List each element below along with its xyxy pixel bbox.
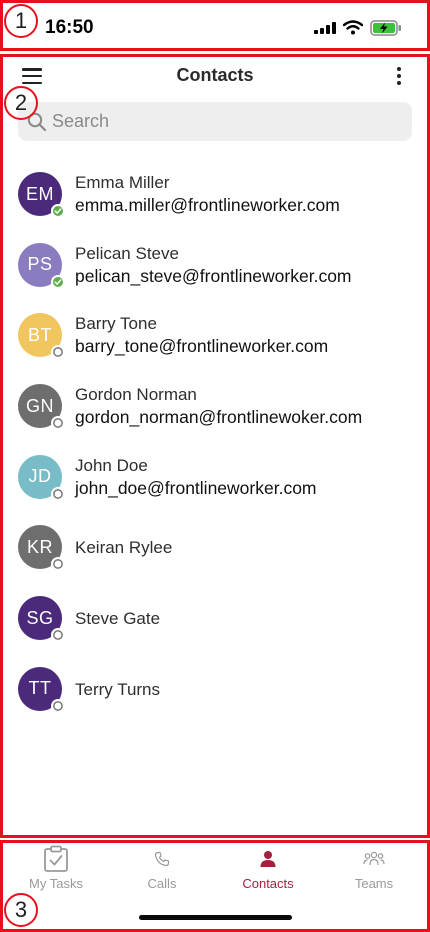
contact-row[interactable]: JD John Doe john_doe@frontlineworker.com xyxy=(0,441,430,512)
contact-email: gordon_norman@frontlinewoker.com xyxy=(75,407,363,428)
contact-email: john_doe@frontlineworker.com xyxy=(75,477,317,498)
presence-online-icon xyxy=(51,274,65,289)
status-bar: 16:50 xyxy=(0,0,430,52)
page-title: Contacts xyxy=(176,65,254,85)
battery-charging-icon xyxy=(370,20,401,36)
avatar-initials: JD xyxy=(28,466,52,487)
contact-row[interactable]: TT Terry Turns xyxy=(0,653,430,724)
contact-name: Keiran Rylee xyxy=(75,538,173,558)
person-icon xyxy=(260,851,276,867)
tab-label: My Tasks xyxy=(29,876,83,891)
avatar: EM xyxy=(18,172,65,218)
contact-name: Emma Miller xyxy=(75,173,170,192)
contact-name: Gordon Norman xyxy=(75,385,197,405)
contact-name: Pelican Steve xyxy=(75,243,179,263)
people-group-icon xyxy=(363,851,385,866)
more-options-icon[interactable] xyxy=(396,67,402,85)
contact-row[interactable]: PS Pelican Steve pelican_steve@frontline… xyxy=(0,229,430,300)
tab-teams[interactable]: Teams xyxy=(321,843,427,893)
presence-offline-icon xyxy=(51,486,65,501)
search-input[interactable] xyxy=(52,102,402,141)
tab-label: Calls xyxy=(147,876,177,891)
contact-row[interactable]: BT Barry Tone barry_tone@frontlineworker… xyxy=(0,299,430,370)
contact-email: pelican_steve@frontlineworker.com xyxy=(75,265,352,286)
avatar: SG xyxy=(18,596,65,643)
avatar-initials: PS xyxy=(27,254,53,275)
avatar-initials: BT xyxy=(27,324,52,345)
tab-my-tasks[interactable]: My Tasks xyxy=(3,843,109,893)
contact-name: Terry Turns xyxy=(75,679,161,699)
tab-calls[interactable]: Calls xyxy=(109,843,215,893)
phone-icon xyxy=(154,851,170,867)
presence-offline-icon xyxy=(51,628,65,643)
cellular-signal-icon xyxy=(314,22,336,34)
contact-row[interactable]: SG Steve Gate xyxy=(0,582,430,653)
avatar-initials: EM xyxy=(26,183,54,204)
clipboard-check-icon xyxy=(44,845,68,872)
presence-offline-icon xyxy=(51,416,65,431)
contact-row[interactable]: GN Gordon Norman gordon_norman@frontline… xyxy=(0,370,430,441)
status-time: 16:50 xyxy=(45,17,94,38)
home-indicator xyxy=(139,915,292,920)
contact-row[interactable]: KR Keiran Rylee xyxy=(0,511,430,582)
contact-name: Barry Tone xyxy=(75,314,157,334)
avatar: JD xyxy=(18,454,65,501)
presence-offline-icon xyxy=(51,698,65,713)
avatar: GN xyxy=(18,384,65,431)
contact-email: emma.miller@frontlineworker.com xyxy=(75,195,340,215)
avatar-initials: TT xyxy=(28,678,52,699)
presence-online-icon xyxy=(51,204,65,218)
tab-label: Teams xyxy=(354,876,394,891)
contact-row[interactable]: EM Emma Miller emma.miller@frontlinework… xyxy=(0,158,430,229)
tab-bar: My Tasks Calls Contacts Teams xyxy=(3,843,427,893)
annotation-number: 2 xyxy=(4,86,38,120)
avatar-initials: SG xyxy=(26,607,54,628)
presence-offline-icon xyxy=(51,557,65,572)
avatar: PS xyxy=(18,242,65,289)
wifi-icon xyxy=(343,20,363,35)
contact-name: John Doe xyxy=(75,455,148,475)
search-bar[interactable] xyxy=(18,102,412,141)
tab-contacts[interactable]: Contacts xyxy=(215,843,321,893)
contact-name: Steve Gate xyxy=(75,609,161,629)
annotation-number: 3 xyxy=(4,893,38,927)
contact-list: EM Emma Miller emma.miller@frontlinework… xyxy=(0,158,430,724)
avatar: BT xyxy=(18,313,65,360)
avatar-initials: GN xyxy=(26,395,54,416)
annotation-number: 1 xyxy=(4,4,38,38)
avatar: KR xyxy=(18,525,65,572)
contact-email: barry_tone@frontlineworker.com xyxy=(75,336,329,357)
avatar: TT xyxy=(18,666,65,713)
presence-offline-icon xyxy=(51,345,65,360)
tab-label: Contacts xyxy=(242,876,294,891)
avatar-initials: KR xyxy=(26,536,53,557)
